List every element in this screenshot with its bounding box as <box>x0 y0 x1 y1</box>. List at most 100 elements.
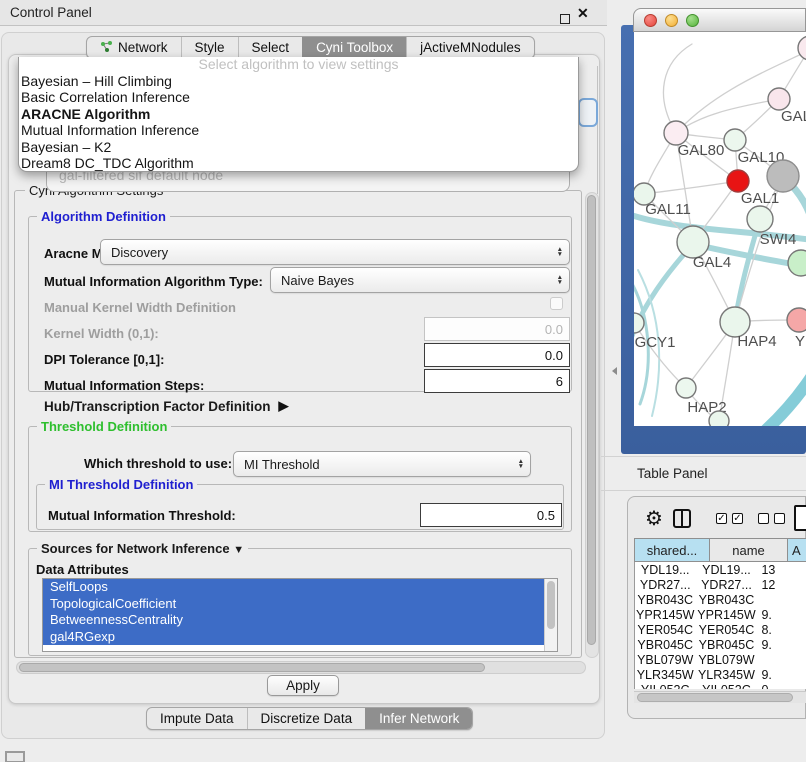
table-cell: YBR045C <box>695 637 757 652</box>
algorithm-option[interactable]: Dream8 DC_TDC Algorithm <box>19 155 578 171</box>
network-node-swi4[interactable] <box>747 206 773 232</box>
table-row[interactable]: YIL052CYIL052C0. <box>635 682 806 689</box>
algorithm-option[interactable]: Bayesian – Hill Climbing <box>19 73 578 89</box>
algorithm-option[interactable]: Bayesian – K2 <box>19 139 578 155</box>
scrollbar-thumb[interactable] <box>637 693 793 702</box>
apply-button[interactable]: Apply <box>267 675 339 696</box>
table-cell: YBR045C <box>635 637 695 652</box>
tab-label: Cyni Toolbox <box>316 40 393 55</box>
table-row[interactable]: YBR043CYBR043C <box>635 592 806 607</box>
table-cell: YLR345W <box>695 667 757 682</box>
network-node[interactable] <box>767 160 799 192</box>
table-horizontal-scrollbar[interactable] <box>634 691 806 703</box>
table-row[interactable]: YER054CYER054C8. <box>635 622 806 637</box>
network-node[interactable] <box>788 250 806 276</box>
mi-steps-input[interactable]: 6 <box>424 369 570 393</box>
column-header[interactable]: name <box>710 538 788 562</box>
network-node-gal1[interactable] <box>727 170 749 192</box>
node-label: GAL4 <box>693 254 731 271</box>
table-cell: YDR27... <box>695 577 757 592</box>
stepper-arrows-icon: ▲▼ <box>551 247 569 258</box>
checkbox-checked-icon[interactable]: ✓ <box>716 513 727 524</box>
network-window-titlebar[interactable] <box>633 8 806 32</box>
algorithm-option[interactable]: ARACNE Algorithm <box>19 106 578 122</box>
network-canvas[interactable]: GALGAL80GAL10GAL1SWI4GAL11GAL4GCY1HAP4YH… <box>634 32 806 426</box>
settings-vertical-scrollbar[interactable] <box>585 192 599 658</box>
gear-icon[interactable]: ⚙ <box>645 506 663 531</box>
close-icon[interactable]: ✕ <box>577 0 589 26</box>
attribute-list-item[interactable]: SelfLoops <box>43 579 544 596</box>
table-cell <box>757 592 806 607</box>
aracne-mode-value: Discovery <box>111 245 168 260</box>
mi-type-combobox[interactable]: Naive Bayes ▲▼ <box>270 267 570 293</box>
table-row[interactable]: YPR145WYPR145W9. <box>635 607 806 622</box>
table-cell: YDL19... <box>635 562 695 577</box>
tab-label: Network <box>118 40 168 55</box>
table-row[interactable]: YDR27...YDR27...12 <box>635 577 806 592</box>
table-row[interactable]: YLR345WYLR345W9. <box>635 667 806 682</box>
attribute-list-item[interactable]: gal4RGexp <box>43 629 544 646</box>
close-traffic-light-icon[interactable] <box>644 14 657 27</box>
tab-network[interactable]: Network <box>87 37 181 58</box>
attribute-list-item[interactable]: BetweennessCentrality <box>43 612 544 629</box>
algorithm-combobox-edge[interactable] <box>578 98 598 127</box>
table-row[interactable]: YDL19...YDL19...13 <box>635 562 806 577</box>
mi-threshold-input[interactable]: 0.5 <box>420 503 562 527</box>
scrollbar-thumb[interactable] <box>587 195 596 645</box>
manual-kernel-checkbox[interactable] <box>550 297 563 310</box>
algorithm-option[interactable]: Basic Correlation Inference <box>19 89 578 105</box>
node-label: GCY1 <box>635 334 676 351</box>
split-columns-icon[interactable] <box>673 509 691 528</box>
float-window-icon[interactable] <box>560 14 570 24</box>
sources-group-title[interactable]: Sources for Network Inference ▼ <box>37 541 248 556</box>
data-attributes-list[interactable]: SelfLoopsTopologicalCoefficientBetweenne… <box>42 578 558 652</box>
settings-horizontal-scrollbar[interactable] <box>16 661 586 674</box>
network-node-gal[interactable] <box>768 88 790 110</box>
kernel-width-input[interactable]: 0.0 <box>424 317 570 341</box>
table-panel-title: Table Panel <box>637 458 708 490</box>
zoom-traffic-light-icon[interactable] <box>686 14 699 27</box>
scrollbar-thumb[interactable] <box>547 581 555 629</box>
tab-discretize-data[interactable]: Discretize Data <box>247 708 366 729</box>
network-node-gal10[interactable] <box>724 129 746 151</box>
network-node-hap2[interactable] <box>676 378 696 398</box>
tab-select[interactable]: Select <box>238 37 303 58</box>
table-row[interactable]: YBL079WYBL079W <box>635 652 806 667</box>
table-cell: YBR043C <box>635 592 695 607</box>
minimize-traffic-light-icon[interactable] <box>665 14 678 27</box>
column-header[interactable]: shared... <box>634 538 710 562</box>
tab-style[interactable]: Style <box>181 37 238 58</box>
scrollbar-thumb[interactable] <box>19 663 485 672</box>
collapsed-panel-icon[interactable] <box>5 751 25 762</box>
attribute-list-item[interactable]: TopologicalCoefficient <box>43 596 544 613</box>
algorithm-option[interactable]: Mutual Information Inference <box>19 122 578 138</box>
column-header[interactable]: A <box>788 538 806 562</box>
splitter-collapse-icon[interactable] <box>612 367 617 375</box>
list-vertical-scrollbar[interactable] <box>544 579 557 651</box>
network-node-y[interactable] <box>787 308 806 332</box>
node-label: GAL <box>781 108 806 125</box>
algorithm-definition-title: Algorithm Definition <box>37 209 170 224</box>
divider <box>601 490 806 491</box>
tab-impute-data[interactable]: Impute Data <box>147 708 247 729</box>
dpi-tolerance-input[interactable]: 0.0 <box>424 343 570 367</box>
checkbox-unchecked-icon[interactable] <box>774 513 785 524</box>
aracne-mode-combobox[interactable]: Discovery ▲▼ <box>100 239 570 265</box>
network-node[interactable] <box>798 36 806 60</box>
network-node[interactable] <box>709 411 729 426</box>
node-label: SWI4 <box>760 231 797 248</box>
mi-steps-label: Mutual Information Steps: <box>44 372 204 398</box>
table-cell: YBL079W <box>635 652 695 667</box>
checkbox-checked-icon[interactable]: ✓ <box>732 513 743 524</box>
which-threshold-combobox[interactable]: MI Threshold ▲▼ <box>233 451 531 477</box>
table-row[interactable]: YBR045CYBR045C9. <box>635 637 806 652</box>
hub-definition-expander[interactable]: Hub/Transcription Factor Definition ▶ <box>44 396 289 416</box>
table-cell: 9. <box>757 607 806 622</box>
column-document-icon[interactable] <box>794 505 806 531</box>
tab-jactivemnodules[interactable]: jActiveMNodules <box>406 37 534 58</box>
node-label: GAL1 <box>741 190 779 207</box>
checkbox-unchecked-icon[interactable] <box>758 513 769 524</box>
mi-threshold-label: Mutual Information Threshold: <box>48 502 236 528</box>
tab-infer-network[interactable]: Infer Network <box>365 708 472 729</box>
tab-cyni-toolbox[interactable]: Cyni Toolbox <box>302 37 406 58</box>
